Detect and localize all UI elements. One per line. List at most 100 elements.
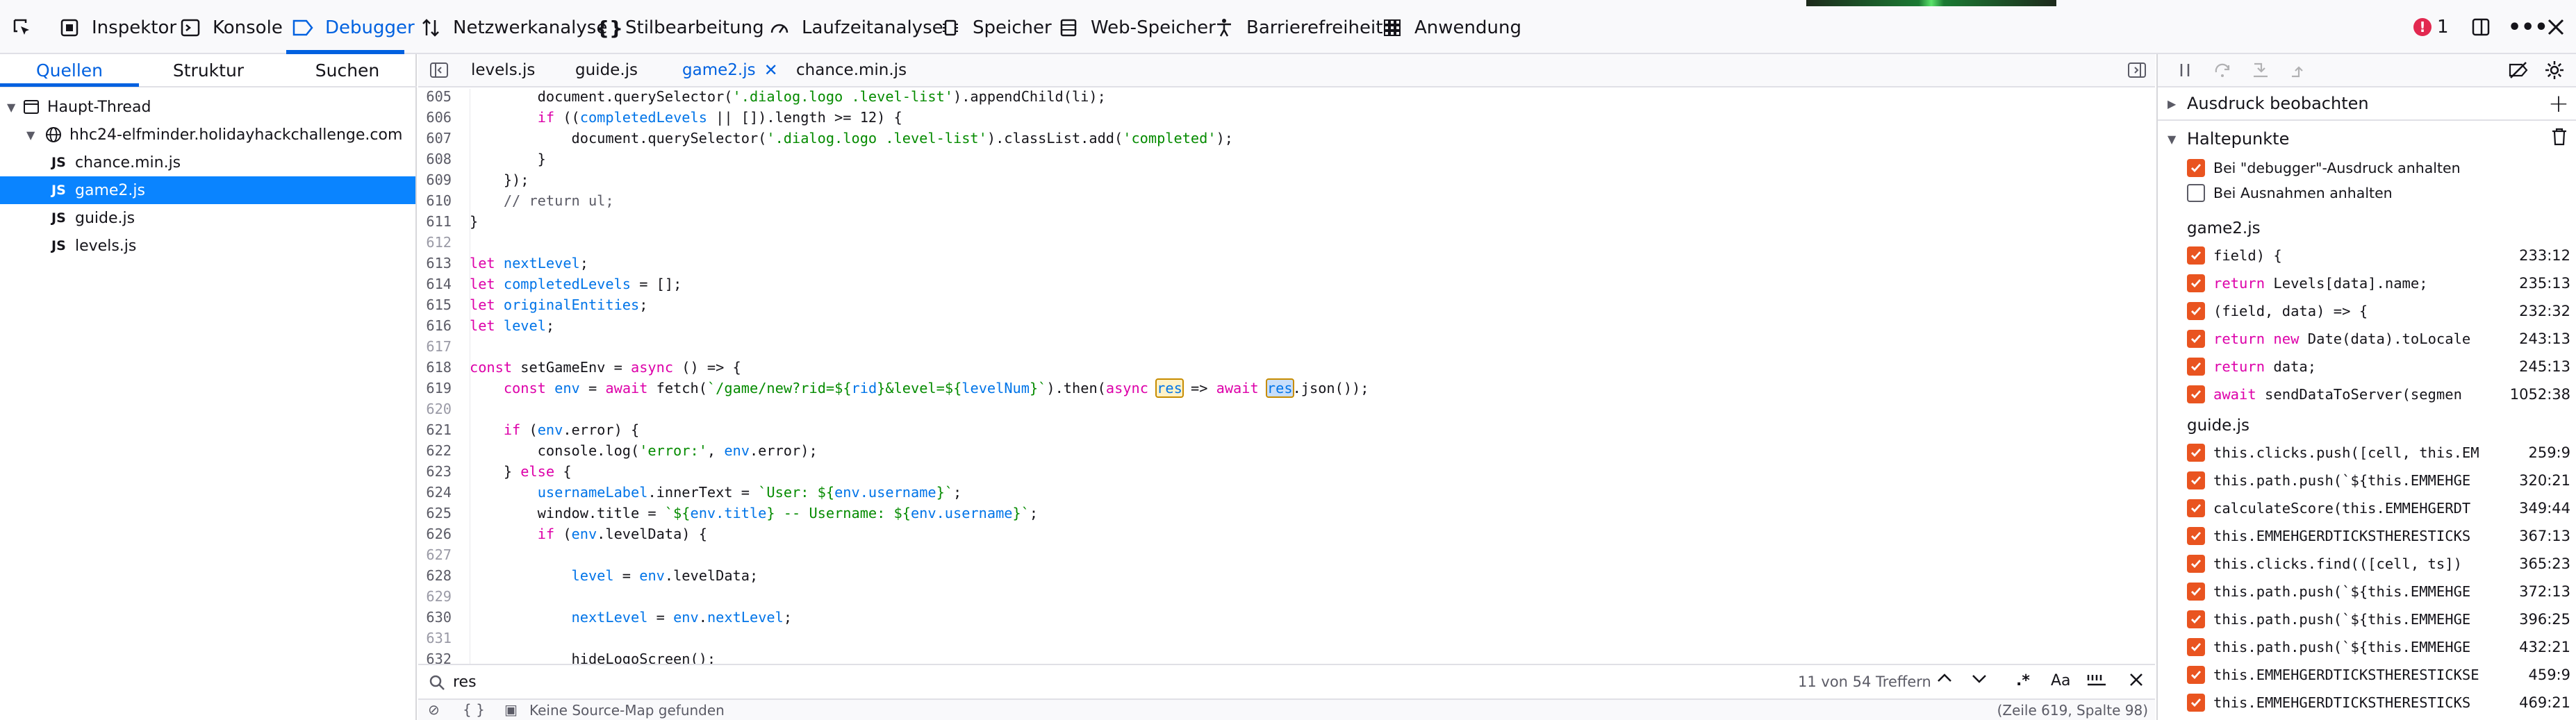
editor-tab-chance[interactable]: chance.min.js — [796, 54, 907, 86]
code-line[interactable]: 627 — [418, 544, 2155, 565]
error-count-badge[interactable]: ! 1 — [2413, 12, 2449, 42]
code-line[interactable]: 606 if ((completedLevels || []).length >… — [418, 107, 2155, 128]
editor-tab-game2[interactable]: game2.js ✕ — [682, 54, 778, 86]
toggle-sources-button[interactable] — [424, 54, 454, 86]
checkbox-checked[interactable] — [2187, 527, 2205, 545]
close-devtools-button[interactable] — [2547, 12, 2565, 42]
line-number[interactable]: 611 — [418, 213, 461, 230]
line-number[interactable]: 626 — [418, 526, 461, 542]
breakpoint-item[interactable]: return Levels[data].name; 235:13 — [2158, 269, 2576, 297]
line-number[interactable]: 612 — [418, 234, 461, 251]
tab-speicher[interactable]: Speicher — [938, 14, 1052, 42]
dock-toggle-button[interactable] — [2470, 12, 2491, 42]
line-number[interactable]: 625 — [418, 505, 461, 521]
step-out-button[interactable] — [2288, 61, 2308, 82]
add-watch-button[interactable]: + — [2548, 90, 2569, 118]
code-line[interactable]: 622 console.log('error:', env.error); — [418, 440, 2155, 461]
code-line[interactable]: 611} — [418, 211, 2155, 232]
code-line[interactable]: 610 // return ul; — [418, 190, 2155, 211]
checkbox-checked[interactable] — [2187, 471, 2205, 489]
regex-toggle-button[interactable]: .* — [2016, 672, 2030, 689]
search-input[interactable] — [453, 671, 1773, 693]
breakpoint-item[interactable]: calculateScore(this.EMMEHGERDT 349:44 — [2158, 494, 2576, 522]
breakpoint-item[interactable]: return data; 245:13 — [2158, 353, 2576, 380]
checkbox-checked[interactable] — [2187, 358, 2205, 376]
checkbox-checked[interactable] — [2187, 159, 2205, 177]
line-number[interactable]: 622 — [418, 442, 461, 459]
tab-inspektor[interactable]: Inspektor — [57, 14, 176, 42]
checkbox-checked[interactable] — [2187, 385, 2205, 403]
tree-item-file[interactable]: JS guide.js — [0, 204, 415, 232]
line-number[interactable]: 630 — [418, 609, 461, 626]
tree-item-host[interactable]: ▼ hhc24-elfminder.holidayhackchallenge.c… — [0, 121, 415, 149]
code-line[interactable]: 613 let nextLevel; — [418, 253, 2155, 274]
line-number[interactable]: 608 — [418, 151, 461, 167]
line-number[interactable]: 616 — [418, 317, 461, 334]
tab-laufzeitanalyse[interactable]: Laufzeitanalyse — [767, 14, 943, 42]
checkbox-checked[interactable] — [2187, 694, 2205, 712]
checkbox-checked[interactable] — [2187, 274, 2205, 292]
tree-item-file[interactable]: JS levels.js — [0, 232, 415, 260]
breakpoint-item[interactable]: this.EMMEHGERDTICKSTHERESTICKS 367:13 — [2158, 522, 2576, 550]
breakpoint-group-file[interactable]: game2.js — [2187, 219, 2261, 237]
code-line[interactable]: 626 if (env.levelData) { — [418, 524, 2155, 544]
line-number[interactable]: 605 — [418, 89, 461, 105]
breakpoint-item[interactable]: field) {233:12 — [2158, 242, 2576, 269]
code-line[interactable]: 630 nextLevel = env.nextLevel; — [418, 607, 2155, 628]
breakpoint-item[interactable]: return new Date(data).toLocale 243:13 — [2158, 325, 2576, 353]
breakpoint-item[interactable]: this.clicks.find(([cell, ts]) 365:23 — [2158, 550, 2576, 578]
previous-match-button[interactable] — [1935, 669, 1954, 692]
tab-struktur[interactable]: Struktur — [139, 54, 278, 86]
line-number[interactable]: 617 — [418, 338, 461, 355]
breakpoint-item[interactable]: this.EMMEHGERDTICKSTHERESTICKS 469:21 — [2158, 689, 2576, 717]
next-match-button[interactable] — [1970, 669, 1988, 690]
checkbox-unchecked[interactable] — [2187, 184, 2205, 202]
line-number[interactable]: 613 — [418, 255, 461, 271]
tab-netzwerkanalyse[interactable]: Netzwerkanalyse — [418, 14, 607, 42]
tab-konsole[interactable]: Konsole — [178, 14, 283, 42]
step-over-button[interactable] — [2213, 61, 2233, 82]
tab-suchen[interactable]: Suchen — [278, 54, 417, 86]
editor-tab-guide[interactable]: guide.js — [575, 54, 638, 86]
code-line[interactable]: 628 level = env.levelData; — [418, 565, 2155, 586]
code-editor[interactable]: 605 document.querySelector('.dialog.logo… — [418, 89, 2155, 664]
line-number[interactable]: 614 — [418, 276, 461, 292]
line-number[interactable]: 610 — [418, 192, 461, 209]
match-case-button[interactable]: Aa — [2051, 672, 2071, 689]
tree-item-file[interactable]: JS chance.min.js — [0, 149, 415, 176]
checkbox-checked[interactable] — [2187, 302, 2205, 320]
line-number[interactable]: 623 — [418, 463, 461, 480]
pause-option[interactable]: Bei "debugger"-Ausdruck anhalten — [2158, 156, 2576, 181]
line-number[interactable]: 631 — [418, 630, 461, 646]
breakpoint-item[interactable]: this.path.push(`${this.EMMEHGE 372:13 — [2158, 578, 2576, 605]
more-options-button[interactable]: ••• — [2508, 12, 2548, 42]
pretty-print-icon[interactable]: ⊘ — [428, 701, 440, 718]
checkbox-checked[interactable] — [2187, 246, 2205, 265]
code-line[interactable]: 624 usernameLabel.innerText = `User: ${e… — [418, 482, 2155, 503]
code-line[interactable]: 620 — [418, 399, 2155, 419]
breakpoint-item[interactable]: await sendDataToServer(segmen 1052:38 — [2158, 380, 2576, 408]
code-line[interactable]: 621 if (env.error) { — [418, 419, 2155, 440]
breakpoint-item[interactable]: this.path.push(`${this.EMMEHGE 396:25 — [2158, 605, 2576, 633]
deactivate-breakpoints-button[interactable] — [2508, 61, 2529, 82]
breakpoint-item[interactable]: this.path.push(`${this.EMMEHGE 320:21 — [2158, 467, 2576, 494]
checkbox-checked[interactable] — [2187, 555, 2205, 573]
checkbox-checked[interactable] — [2187, 499, 2205, 517]
tab-debugger[interactable]: Debugger — [290, 14, 415, 42]
tab-web-speicher[interactable]: Web-Speicher — [1056, 14, 1216, 42]
line-number[interactable]: 609 — [418, 171, 461, 188]
step-in-button[interactable] — [2251, 61, 2270, 82]
checkbox-checked[interactable] — [2187, 666, 2205, 684]
code-line[interactable]: 607 document.querySelector('.dialog.logo… — [418, 128, 2155, 149]
line-number[interactable]: 615 — [418, 296, 461, 313]
tab-anwendung[interactable]: Anwendung — [1380, 14, 1521, 42]
line-number[interactable]: 607 — [418, 130, 461, 146]
tab-quellen[interactable]: Quellen — [0, 54, 139, 86]
whole-word-button[interactable] — [2086, 671, 2108, 693]
code-line[interactable]: 631 — [418, 628, 2155, 648]
checkbox-checked[interactable] — [2187, 583, 2205, 601]
line-number[interactable]: 620 — [418, 401, 461, 417]
line-number[interactable]: 619 — [418, 380, 461, 396]
checkbox-checked[interactable] — [2187, 638, 2205, 656]
line-number[interactable]: 618 — [418, 359, 461, 376]
